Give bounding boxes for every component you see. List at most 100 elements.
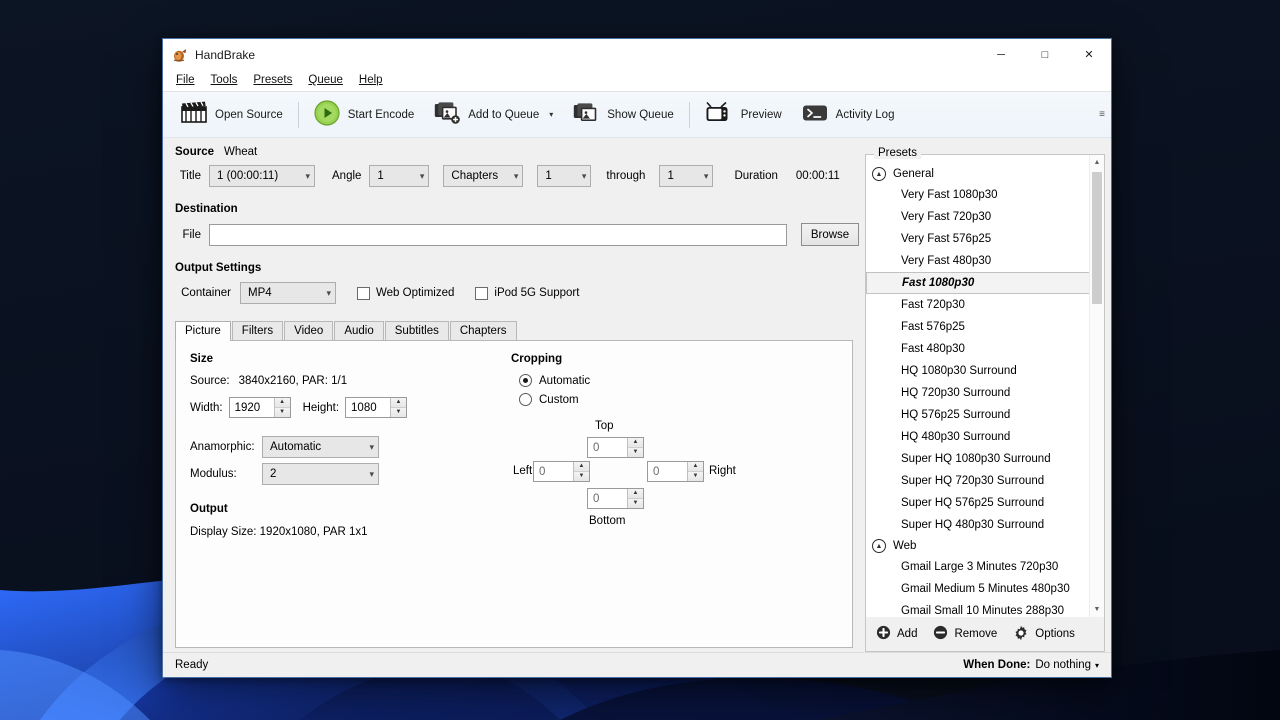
container-select[interactable]: MP4 ▾ bbox=[240, 282, 336, 304]
preset-item[interactable]: Very Fast 480p30 bbox=[866, 250, 1104, 272]
preset-group-web[interactable]: ▲ Web bbox=[866, 536, 1104, 556]
start-encode-button[interactable]: Start Encode bbox=[304, 96, 424, 134]
crop-right-stepper[interactable]: 0 ▲ ▼ bbox=[647, 461, 704, 482]
preview-button[interactable]: Preview bbox=[695, 96, 792, 134]
browse-button[interactable]: Browse bbox=[801, 223, 859, 246]
show-queue-button[interactable]: Show Queue bbox=[563, 96, 684, 134]
destination-file-input[interactable] bbox=[209, 223, 787, 246]
width-decrement-button[interactable]: ▼ bbox=[274, 407, 290, 417]
width-increment-button[interactable]: ▲ bbox=[274, 398, 290, 408]
toolbar-overflow-button[interactable]: ≡ bbox=[1096, 92, 1108, 137]
preset-item[interactable]: Super HQ 1080p30 Surround bbox=[866, 448, 1104, 470]
chevron-down-icon[interactable]: ▾ bbox=[549, 110, 553, 119]
crop-right-decrement-button[interactable]: ▼ bbox=[688, 471, 703, 481]
scroll-up-icon[interactable]: ▲ bbox=[1090, 155, 1104, 170]
preset-item[interactable]: Gmail Medium 5 Minutes 480p30 bbox=[866, 578, 1104, 600]
activity-log-button[interactable]: Activity Log bbox=[792, 96, 905, 134]
tab-video[interactable]: Video bbox=[284, 321, 334, 341]
preset-item[interactable]: Fast 480p30 bbox=[866, 338, 1104, 360]
web-optimized-checkbox[interactable]: Web Optimized bbox=[357, 286, 454, 300]
menu-presets[interactable]: Presets bbox=[245, 73, 300, 89]
scrollbar-thumb[interactable] bbox=[1092, 172, 1102, 304]
preset-label: HQ 576p25 Surround bbox=[901, 409, 1011, 421]
chevron-up-icon[interactable]: ▲ bbox=[872, 167, 886, 181]
preset-item[interactable]: Fast 576p25 bbox=[866, 316, 1104, 338]
chapter-end-select[interactable]: 1 ▾ bbox=[659, 165, 714, 187]
crop-right-label: Right bbox=[709, 465, 736, 477]
tab-chapters[interactable]: Chapters bbox=[449, 321, 517, 341]
settings-tabstrip: Picture Filters Video Audio Subtitles Ch… bbox=[175, 320, 863, 341]
maximize-button[interactable]: □ bbox=[1023, 39, 1067, 70]
preset-group-general[interactable]: ▲ General bbox=[866, 164, 1104, 184]
crop-top-stepper[interactable]: 0 ▲ ▼ bbox=[587, 437, 644, 458]
height-stepper[interactable]: 1080 ▲ ▼ bbox=[345, 397, 408, 418]
tab-filters[interactable]: Filters bbox=[231, 321, 284, 341]
add-preset-button[interactable]: Add bbox=[876, 625, 917, 643]
remove-preset-button[interactable]: Remove bbox=[933, 625, 997, 643]
crop-left-increment-button[interactable]: ▲ bbox=[574, 462, 589, 472]
crop-automatic-radio[interactable]: Automatic bbox=[519, 374, 831, 387]
preset-item[interactable]: Very Fast 720p30 bbox=[866, 206, 1104, 228]
preset-item-selected[interactable]: Fast 1080p30 bbox=[866, 272, 1104, 294]
preset-item[interactable]: Gmail Small 10 Minutes 288p30 bbox=[866, 600, 1104, 617]
preset-item[interactable]: Very Fast 576p25 bbox=[866, 228, 1104, 250]
crop-top-label: Top bbox=[595, 420, 614, 432]
crop-right-increment-button[interactable]: ▲ bbox=[688, 462, 703, 472]
when-done-value-wrap[interactable]: Do nothing ▾ bbox=[1035, 659, 1099, 671]
modulus-select[interactable]: 2 ▾ bbox=[262, 463, 379, 485]
angle-select[interactable]: 1 ▾ bbox=[369, 165, 430, 187]
menu-queue[interactable]: Queue bbox=[300, 73, 351, 89]
open-source-button[interactable]: Open Source bbox=[171, 96, 293, 134]
width-value: 1920 bbox=[229, 398, 274, 417]
menu-tools[interactable]: Tools bbox=[203, 73, 246, 89]
crop-custom-radio[interactable]: Custom bbox=[519, 393, 831, 406]
preset-item[interactable]: Very Fast 1080p30 bbox=[866, 184, 1104, 206]
preset-item[interactable]: HQ 1080p30 Surround bbox=[866, 360, 1104, 382]
menu-presets-label: Presets bbox=[253, 73, 293, 86]
when-done-control[interactable]: When Done: Do nothing ▾ bbox=[963, 659, 1099, 671]
ipod-5g-checkbox[interactable]: iPod 5G Support bbox=[475, 286, 579, 300]
title-select[interactable]: 1 (00:00:11) ▾ bbox=[209, 165, 315, 187]
tab-picture[interactable]: Picture bbox=[175, 321, 231, 341]
tab-subtitles[interactable]: Subtitles bbox=[384, 321, 449, 341]
crop-top-increment-button[interactable]: ▲ bbox=[628, 438, 643, 448]
preset-options-button[interactable]: Options bbox=[1013, 625, 1075, 644]
anamorphic-select[interactable]: Automatic ▾ bbox=[262, 436, 379, 458]
preset-item[interactable]: Super HQ 576p25 Surround bbox=[866, 492, 1104, 514]
crop-left-stepper[interactable]: 0 ▲ ▼ bbox=[533, 461, 590, 482]
preset-item[interactable]: Super HQ 720p30 Surround bbox=[866, 470, 1104, 492]
presets-scrollbar[interactable]: ▲ ▼ bbox=[1089, 155, 1104, 617]
menu-file-label: File bbox=[176, 73, 195, 86]
destination-heading: Destination bbox=[175, 203, 238, 215]
source-heading: Source bbox=[175, 146, 214, 158]
title-bar[interactable]: HandBrake ─ □ ✕ bbox=[163, 39, 1111, 70]
menu-help[interactable]: Help bbox=[351, 73, 391, 89]
width-stepper[interactable]: 1920 ▲ ▼ bbox=[228, 397, 291, 418]
chevron-down-icon: ▾ bbox=[1094, 660, 1099, 670]
chapters-mode-value: Chapters bbox=[451, 170, 499, 182]
close-button[interactable]: ✕ bbox=[1067, 39, 1111, 70]
height-increment-button[interactable]: ▲ bbox=[391, 398, 407, 408]
preset-label: HQ 1080p30 Surround bbox=[901, 365, 1017, 377]
preset-item[interactable]: HQ 720p30 Surround bbox=[866, 382, 1104, 404]
chevron-up-icon[interactable]: ▲ bbox=[872, 539, 886, 553]
presets-list[interactable]: ▲ General Very Fast 1080p30 Very Fast 72… bbox=[866, 155, 1104, 617]
menu-file[interactable]: File bbox=[168, 73, 203, 89]
chapter-start-select[interactable]: 1 ▾ bbox=[537, 165, 592, 187]
crop-bottom-stepper[interactable]: 0 ▲ ▼ bbox=[587, 488, 644, 509]
preset-item[interactable]: Gmail Large 3 Minutes 720p30 bbox=[866, 556, 1104, 578]
chapters-mode-select[interactable]: Chapters ▾ bbox=[443, 165, 524, 187]
crop-bottom-decrement-button[interactable]: ▼ bbox=[628, 498, 643, 508]
crop-top-decrement-button[interactable]: ▼ bbox=[628, 447, 643, 457]
tab-audio[interactable]: Audio bbox=[334, 321, 384, 341]
preset-item[interactable]: HQ 480p30 Surround bbox=[866, 426, 1104, 448]
add-to-queue-button[interactable]: Add to Queue ▾ bbox=[424, 96, 563, 134]
preset-item[interactable]: HQ 576p25 Surround bbox=[866, 404, 1104, 426]
preset-item[interactable]: Fast 720p30 bbox=[866, 294, 1104, 316]
preset-item[interactable]: Super HQ 480p30 Surround bbox=[866, 514, 1104, 536]
minimize-button[interactable]: ─ bbox=[979, 39, 1023, 70]
scroll-down-icon[interactable]: ▼ bbox=[1090, 602, 1104, 617]
crop-left-decrement-button[interactable]: ▼ bbox=[574, 471, 589, 481]
crop-bottom-increment-button[interactable]: ▲ bbox=[628, 489, 643, 499]
height-decrement-button[interactable]: ▼ bbox=[391, 407, 407, 417]
